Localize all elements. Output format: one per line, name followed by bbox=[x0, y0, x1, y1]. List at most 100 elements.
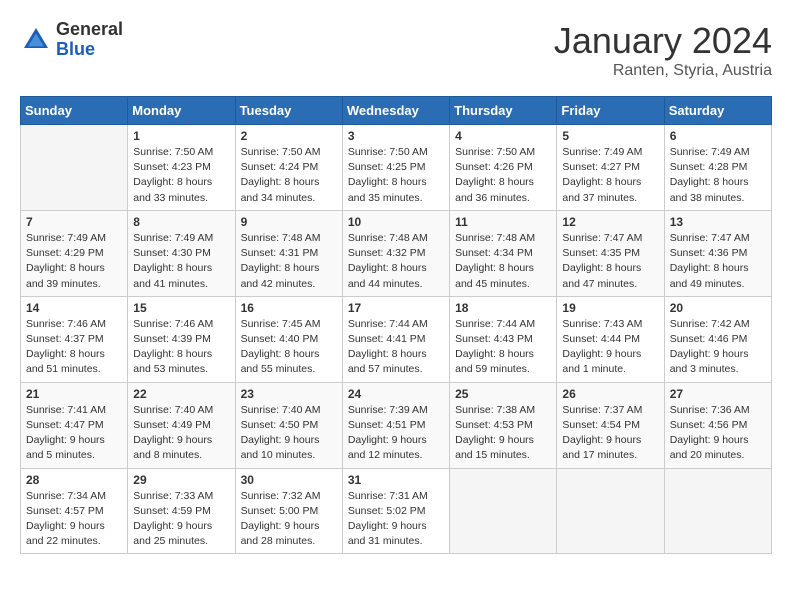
day-info: Sunrise: 7:50 AMSunset: 4:26 PMDaylight:… bbox=[455, 145, 551, 206]
day-number: 1 bbox=[133, 129, 229, 143]
day-info: Sunrise: 7:33 AMSunset: 4:59 PMDaylight:… bbox=[133, 489, 229, 550]
calendar-cell: 28 Sunrise: 7:34 AMSunset: 4:57 PMDayligh… bbox=[21, 468, 128, 554]
calendar-cell: 6Sunrise: 7:49 AMSunset: 4:28 PMDaylight… bbox=[664, 125, 771, 211]
day-info: Sunrise: 7:50 AMSunset: 4:23 PMDaylight:… bbox=[133, 145, 229, 206]
calendar-cell: 8Sunrise: 7:49 AMSunset: 4:30 PMDaylight… bbox=[128, 210, 235, 296]
calendar-cell: 19 Sunrise: 7:43 AMSunset: 4:44 PMDayligh… bbox=[557, 296, 664, 382]
day-number: 26 bbox=[562, 387, 658, 401]
day-info: Sunrise: 7:43 AMSunset: 4:44 PMDaylight:… bbox=[562, 317, 658, 378]
calendar-cell: 15Sunrise: 7:46 AMSunset: 4:39 PMDayligh… bbox=[128, 296, 235, 382]
day-number: 12 bbox=[562, 215, 658, 229]
day-number: 25 bbox=[455, 387, 551, 401]
calendar-cell: 16 Sunrise: 7:45 AMSunset: 4:40 PMDayligh… bbox=[235, 296, 342, 382]
day-info: Sunrise: 7:49 AMSunset: 4:27 PMDaylight:… bbox=[562, 145, 658, 206]
calendar-cell: 7Sunrise: 7:49 AMSunset: 4:29 PMDaylight… bbox=[21, 210, 128, 296]
day-header-tuesday: Tuesday bbox=[235, 97, 342, 125]
day-info: Sunrise: 7:36 AMSunset: 4:56 PMDaylight:… bbox=[670, 403, 766, 464]
day-number: 11 bbox=[455, 215, 551, 229]
day-info: Sunrise: 7:47 AMSunset: 4:36 PMDaylight:… bbox=[670, 231, 766, 292]
day-number: 19 bbox=[562, 301, 658, 315]
day-info: Sunrise: 7:45 AMSunset: 4:40 PMDaylight:… bbox=[241, 317, 337, 378]
day-info: Sunrise: 7:31 AMSunset: 5:02 PMDaylight:… bbox=[348, 489, 444, 550]
week-row-4: 21 Sunrise: 7:41 AMSunset: 4:47 PMDayligh… bbox=[21, 382, 772, 468]
day-header-sunday: Sunday bbox=[21, 97, 128, 125]
calendar-cell: 25 Sunrise: 7:38 AMSunset: 4:53 PMDayligh… bbox=[450, 382, 557, 468]
day-number: 15 bbox=[133, 301, 229, 315]
calendar-cell: 20 Sunrise: 7:42 AMSunset: 4:46 PMDayligh… bbox=[664, 296, 771, 382]
calendar-cell: 2Sunrise: 7:50 AMSunset: 4:24 PMDaylight… bbox=[235, 125, 342, 211]
calendar-cell: 5 Sunrise: 7:49 AMSunset: 4:27 PMDaylight… bbox=[557, 125, 664, 211]
day-number: 7 bbox=[26, 215, 122, 229]
calendar-cell: 10 Sunrise: 7:48 AMSunset: 4:32 PMDayligh… bbox=[342, 210, 449, 296]
day-number: 5 bbox=[562, 129, 658, 143]
day-number: 27 bbox=[670, 387, 766, 401]
calendar-cell: 31 Sunrise: 7:31 AMSunset: 5:02 PMDayligh… bbox=[342, 468, 449, 554]
day-number: 2 bbox=[241, 129, 337, 143]
week-row-5: 28 Sunrise: 7:34 AMSunset: 4:57 PMDayligh… bbox=[21, 468, 772, 554]
day-info: Sunrise: 7:40 AMSunset: 4:50 PMDaylight:… bbox=[241, 403, 337, 464]
page-header: General Blue January 2024 Ranten, Styria… bbox=[20, 20, 772, 80]
day-number: 10 bbox=[348, 215, 444, 229]
calendar-cell: 30 Sunrise: 7:32 AMSunset: 5:00 PMDayligh… bbox=[235, 468, 342, 554]
day-number: 21 bbox=[26, 387, 122, 401]
day-number: 6 bbox=[670, 129, 766, 143]
calendar-table: SundayMondayTuesdayWednesdayThursdayFrid… bbox=[20, 96, 772, 554]
day-info: Sunrise: 7:39 AMSunset: 4:51 PMDaylight:… bbox=[348, 403, 444, 464]
day-header-saturday: Saturday bbox=[664, 97, 771, 125]
day-info: Sunrise: 7:40 AMSunset: 4:49 PMDaylight:… bbox=[133, 403, 229, 464]
calendar-cell: 29Sunrise: 7:33 AMSunset: 4:59 PMDayligh… bbox=[128, 468, 235, 554]
calendar-cell: 12Sunrise: 7:47 AMSunset: 4:35 PMDayligh… bbox=[557, 210, 664, 296]
calendar-cell: 3 Sunrise: 7:50 AMSunset: 4:25 PMDaylight… bbox=[342, 125, 449, 211]
calendar-cell bbox=[21, 125, 128, 211]
days-header-row: SundayMondayTuesdayWednesdayThursdayFrid… bbox=[21, 97, 772, 125]
calendar-cell: 9Sunrise: 7:48 AMSunset: 4:31 PMDaylight… bbox=[235, 210, 342, 296]
day-number: 23 bbox=[241, 387, 337, 401]
day-info: Sunrise: 7:38 AMSunset: 4:53 PMDaylight:… bbox=[455, 403, 551, 464]
location-subtitle: Ranten, Styria, Austria bbox=[554, 62, 772, 80]
calendar-cell: 1 Sunrise: 7:50 AMSunset: 4:23 PMDaylight… bbox=[128, 125, 235, 211]
day-info: Sunrise: 7:44 AMSunset: 4:41 PMDaylight:… bbox=[348, 317, 444, 378]
day-number: 31 bbox=[348, 473, 444, 487]
day-number: 24 bbox=[348, 387, 444, 401]
day-info: Sunrise: 7:41 AMSunset: 4:47 PMDaylight:… bbox=[26, 403, 122, 464]
day-info: Sunrise: 7:42 AMSunset: 4:46 PMDaylight:… bbox=[670, 317, 766, 378]
calendar-cell: 22 Sunrise: 7:40 AMSunset: 4:49 PMDayligh… bbox=[128, 382, 235, 468]
calendar-cell: 24 Sunrise: 7:39 AMSunset: 4:51 PMDayligh… bbox=[342, 382, 449, 468]
day-info: Sunrise: 7:49 AMSunset: 4:30 PMDaylight:… bbox=[133, 231, 229, 292]
calendar-cell: 4Sunrise: 7:50 AMSunset: 4:26 PMDaylight… bbox=[450, 125, 557, 211]
logo: General Blue bbox=[20, 20, 123, 60]
week-row-3: 14Sunrise: 7:46 AMSunset: 4:37 PMDayligh… bbox=[21, 296, 772, 382]
day-info: Sunrise: 7:46 AMSunset: 4:37 PMDaylight:… bbox=[26, 317, 122, 378]
day-info: Sunrise: 7:34 AMSunset: 4:57 PMDaylight:… bbox=[26, 489, 122, 550]
day-number: 28 bbox=[26, 473, 122, 487]
week-row-1: 1 Sunrise: 7:50 AMSunset: 4:23 PMDaylight… bbox=[21, 125, 772, 211]
day-header-thursday: Thursday bbox=[450, 97, 557, 125]
logo-general-text: General bbox=[56, 20, 123, 40]
calendar-cell: 23 Sunrise: 7:40 AMSunset: 4:50 PMDayligh… bbox=[235, 382, 342, 468]
day-info: Sunrise: 7:50 AMSunset: 4:25 PMDaylight:… bbox=[348, 145, 444, 206]
day-number: 30 bbox=[241, 473, 337, 487]
day-info: Sunrise: 7:48 AMSunset: 4:32 PMDaylight:… bbox=[348, 231, 444, 292]
calendar-cell: 13 Sunrise: 7:47 AMSunset: 4:36 PMDayligh… bbox=[664, 210, 771, 296]
calendar-cell bbox=[450, 468, 557, 554]
logo-icon bbox=[20, 24, 52, 56]
day-number: 22 bbox=[133, 387, 229, 401]
calendar-cell: 27 Sunrise: 7:36 AMSunset: 4:56 PMDayligh… bbox=[664, 382, 771, 468]
logo-blue-text: Blue bbox=[56, 40, 123, 60]
day-number: 13 bbox=[670, 215, 766, 229]
month-title: January 2024 bbox=[554, 20, 772, 62]
day-number: 16 bbox=[241, 301, 337, 315]
calendar-cell: 14Sunrise: 7:46 AMSunset: 4:37 PMDayligh… bbox=[21, 296, 128, 382]
calendar-cell: 17Sunrise: 7:44 AMSunset: 4:41 PMDayligh… bbox=[342, 296, 449, 382]
day-info: Sunrise: 7:48 AMSunset: 4:34 PMDaylight:… bbox=[455, 231, 551, 292]
day-header-wednesday: Wednesday bbox=[342, 97, 449, 125]
week-row-2: 7Sunrise: 7:49 AMSunset: 4:29 PMDaylight… bbox=[21, 210, 772, 296]
day-info: Sunrise: 7:48 AMSunset: 4:31 PMDaylight:… bbox=[241, 231, 337, 292]
day-number: 20 bbox=[670, 301, 766, 315]
day-info: Sunrise: 7:32 AMSunset: 5:00 PMDaylight:… bbox=[241, 489, 337, 550]
day-number: 18 bbox=[455, 301, 551, 315]
day-info: Sunrise: 7:44 AMSunset: 4:43 PMDaylight:… bbox=[455, 317, 551, 378]
day-number: 3 bbox=[348, 129, 444, 143]
day-header-monday: Monday bbox=[128, 97, 235, 125]
calendar-cell: 26Sunrise: 7:37 AMSunset: 4:54 PMDayligh… bbox=[557, 382, 664, 468]
